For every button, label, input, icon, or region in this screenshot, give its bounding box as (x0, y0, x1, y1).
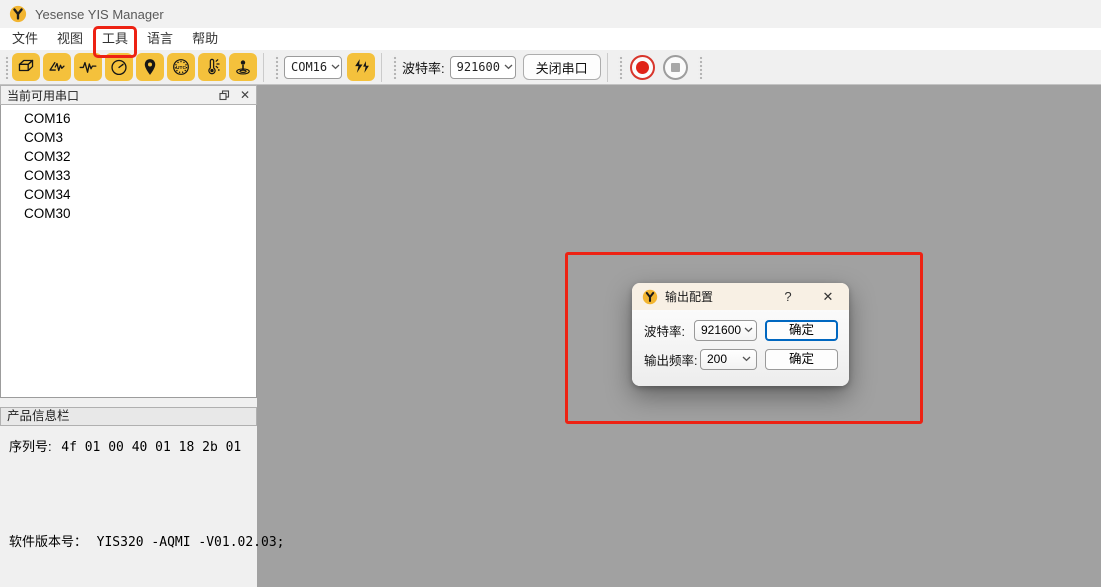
stop-button[interactable] (663, 55, 688, 80)
menubar: 文件 视图 工具 语言 帮助 (0, 28, 1101, 50)
baud-confirm-button[interactable]: 确定 (765, 320, 838, 341)
dialog-output-rate-value: 200 (707, 352, 739, 366)
close-panel-icon[interactable]: ✕ (240, 89, 250, 101)
refresh-ports-button[interactable] (347, 53, 375, 81)
toolbar-separator (381, 53, 382, 82)
float-panel-icon[interactable] (219, 90, 230, 101)
toolbar-separator (607, 53, 608, 82)
output-rate-config-row: 输出频率: 200 确定 (644, 348, 838, 370)
toolbar-grip[interactable] (392, 55, 397, 79)
menu-file[interactable]: 文件 (10, 28, 40, 50)
toolbar-grip[interactable] (698, 55, 703, 79)
dialog-baud-value: 921600 (701, 323, 741, 337)
com-port-select[interactable]: COM16 (284, 56, 342, 79)
chevron-down-icon (504, 64, 513, 70)
port-list-item[interactable]: COM30 (1, 204, 256, 223)
port-list: COM16 COM3 COM32 COM33 COM34 COM30 (0, 105, 257, 398)
product-info-header: 产品信息栏 (0, 407, 257, 426)
toolbar-separator (263, 53, 264, 82)
port-list-item[interactable]: COM16 (1, 109, 256, 128)
menu-language[interactable]: 语言 (145, 28, 175, 50)
cube-3d-icon[interactable] (12, 53, 40, 81)
waveform-icon[interactable] (74, 53, 102, 81)
stop-icon (671, 63, 680, 72)
chevron-down-icon (744, 327, 753, 333)
close-serial-port-button[interactable]: 关闭串口 (523, 54, 601, 80)
ports-panel-header: 当前可用串口 ✕ (0, 85, 257, 105)
location-pin-icon[interactable] (136, 53, 164, 81)
dialog-body: 波特率: 921600 确定 输出频率: 200 (632, 310, 849, 386)
port-list-item[interactable]: COM3 (1, 128, 256, 147)
menu-view[interactable]: 视图 (55, 28, 85, 50)
app-window: Yesense YIS Manager 文件 视图 工具 语言 帮助 (0, 0, 1101, 587)
chevron-down-icon (742, 356, 751, 362)
record-button[interactable] (630, 55, 655, 80)
software-version-value: YIS320 -AQMI -V01.02.03; (97, 535, 285, 550)
angle-wave-icon[interactable] (43, 53, 71, 81)
dialog-output-rate-label: 输出频率: (644, 350, 697, 369)
port-list-item[interactable]: COM33 (1, 166, 256, 185)
svg-text:UTC: UTC (176, 65, 186, 71)
app-title: Yesense YIS Manager (35, 7, 164, 22)
baud-rate-value: 921600 (457, 60, 500, 74)
software-version-row: 软件版本号： YIS320 -AQMI -V01.02.03; (9, 531, 284, 550)
thermometer-icon[interactable] (198, 53, 226, 81)
dialog-logo-icon (642, 289, 658, 305)
app-logo-icon (9, 5, 27, 23)
software-version-label: 软件版本号： (9, 534, 87, 549)
ports-panel-title: 当前可用串口 (7, 87, 209, 104)
serial-number-value: 4f 01 00 40 01 18 2b 01 (61, 440, 241, 455)
dialog-close-button[interactable]: ✕ (817, 289, 839, 305)
dialog-titlebar: 输出配置 ? ✕ (632, 283, 849, 310)
toolbar: UTC COM16 (0, 50, 1101, 85)
dialog-baud-select[interactable]: 921600 (694, 320, 757, 341)
port-list-item[interactable]: COM32 (1, 147, 256, 166)
toolbar-grip[interactable] (618, 55, 623, 79)
serial-ports-dock-panel: 当前可用串口 ✕ COM16 COM3 COM32 COM33 COM34 CO… (0, 85, 257, 587)
toolbar-grip[interactable] (4, 55, 9, 79)
gauge-icon[interactable] (105, 53, 133, 81)
port-list-item[interactable]: COM34 (1, 185, 256, 204)
serial-number-row: 序列号: 4f 01 00 40 01 18 2b 01 (9, 436, 241, 455)
attitude-joystick-icon[interactable] (229, 53, 257, 81)
utc-clock-icon[interactable]: UTC (167, 53, 195, 81)
baud-rate-config-row: 波特率: 921600 确定 (644, 319, 838, 341)
chevron-down-icon (331, 64, 340, 70)
toolbar-grip[interactable] (274, 55, 279, 79)
baud-rate-label: 波特率: (402, 58, 445, 77)
dialog-title: 输出配置 (665, 288, 777, 305)
titlebar: Yesense YIS Manager (0, 0, 1101, 28)
dialog-help-button[interactable]: ? (777, 289, 799, 304)
baud-rate-select[interactable]: 921600 (450, 56, 516, 79)
serial-number-label: 序列号: (9, 439, 52, 454)
dialog-baud-label: 波特率: (644, 321, 685, 340)
com-port-value: COM16 (291, 60, 327, 74)
dialog-output-rate-select[interactable]: 200 (700, 349, 757, 370)
menu-help[interactable]: 帮助 (190, 28, 220, 50)
record-icon (636, 61, 649, 74)
output-rate-confirm-button[interactable]: 确定 (765, 349, 838, 370)
menu-tools[interactable]: 工具 (100, 31, 130, 46)
output-config-dialog: 输出配置 ? ✕ 波特率: 921600 确定 输出频率: 200 (632, 283, 849, 386)
